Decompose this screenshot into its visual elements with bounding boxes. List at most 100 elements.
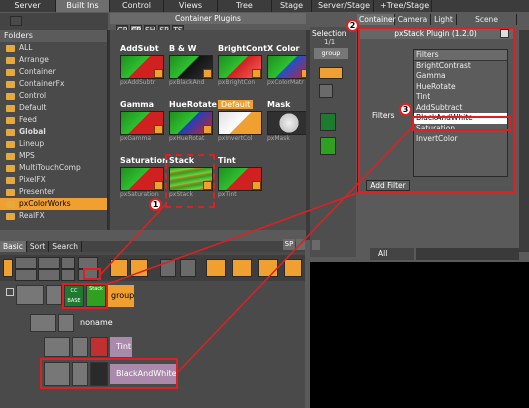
tab-views[interactable]: Views [164, 0, 218, 12]
folders-panel: Folders ALL Arrange Container ContainerF… [0, 30, 108, 230]
node-transform-icon[interactable] [46, 285, 62, 305]
zoom-in-icon[interactable] [110, 259, 128, 277]
node-container-icon[interactable] [44, 337, 70, 357]
plugin-tile-default[interactable]: Default pxInvertCol [216, 100, 264, 143]
tab-basic[interactable]: Basic [0, 241, 27, 252]
tree-node-group[interactable]: group [108, 285, 134, 307]
folder-item-selected[interactable]: pxColorWorks [0, 198, 107, 210]
toolbar-button[interactable] [160, 259, 176, 277]
folder-item[interactable]: Control [0, 90, 107, 102]
toolbar-icon[interactable] [10, 16, 22, 26]
container-icon[interactable] [319, 67, 343, 79]
dialog-highlight-box [358, 27, 515, 193]
folder-icon [6, 44, 15, 52]
plugin-tile-tint[interactable]: Tint pxTint [216, 156, 264, 199]
tab-camera[interactable]: Camera [395, 14, 431, 25]
expand-icon[interactable] [6, 288, 14, 296]
tab-stage[interactable]: Stage [272, 0, 312, 12]
add-container-icon[interactable] [3, 259, 13, 277]
folder-icon [6, 152, 15, 160]
tab-sort[interactable]: Sort [27, 241, 50, 252]
node-transform-icon[interactable] [58, 314, 74, 332]
tab-server[interactable]: Server [0, 0, 56, 12]
folder-item[interactable]: MultiTouchComp [0, 162, 107, 174]
folder-icon [6, 140, 15, 148]
node-highlight-box [62, 283, 108, 309]
toolbar-button[interactable] [232, 259, 252, 277]
zoom-out-icon[interactable] [130, 259, 148, 277]
folder-icon [6, 176, 15, 184]
plugin-tile-huerotate[interactable]: HueRotate pxHueRotat [167, 100, 217, 143]
folder-item[interactable]: RealFX [0, 210, 107, 222]
folder-item[interactable]: MPS [0, 150, 107, 162]
tab-search[interactable]: Search [49, 241, 83, 252]
plugin-badge-icon [203, 125, 212, 134]
plugin-tile-gamma[interactable]: Gamma pxGamma [118, 100, 166, 143]
toolbar-button[interactable] [38, 257, 60, 269]
stack-highlight-box [165, 154, 215, 208]
plugin-tile-brightcont[interactable]: BrightCont pxBrightCon [216, 44, 267, 87]
node-transform-icon[interactable] [72, 337, 88, 357]
folder-item[interactable]: ContainerFx [0, 78, 107, 90]
folder-icon [6, 80, 15, 88]
plugin-badge-icon [154, 69, 163, 78]
tab-light[interactable]: Light [431, 14, 457, 25]
plugin-badge-icon [154, 181, 163, 190]
transform-icon[interactable] [319, 84, 333, 98]
grid-icon[interactable] [206, 259, 226, 277]
cc-base-icon[interactable] [320, 113, 336, 131]
tab-tree[interactable]: Tree [218, 0, 272, 12]
toolbar-button[interactable] [258, 259, 278, 277]
folder-icon [6, 188, 15, 196]
folder-item[interactable]: Presenter [0, 186, 107, 198]
node-container-icon[interactable] [16, 285, 44, 305]
viewer-area[interactable] [310, 262, 529, 408]
toolbar-button[interactable] [38, 269, 60, 281]
folder-icon [6, 200, 15, 208]
filter-all-dropdown[interactable]: All [370, 248, 414, 260]
bw-node-highlight-box [40, 358, 178, 389]
tab-scene-settings[interactable]: Scene Settings [457, 14, 517, 35]
folder-item[interactable]: Feed [0, 114, 107, 126]
selection-item[interactable]: group [314, 48, 348, 59]
toolbar-button[interactable] [15, 269, 37, 281]
folder-item[interactable]: Arrange [0, 54, 107, 66]
toolbar-button[interactable] [180, 259, 196, 277]
folder-item[interactable]: Lineup [0, 138, 107, 150]
folder-item[interactable]: Container [0, 66, 107, 78]
folder-item[interactable]: ALL [0, 42, 107, 54]
folder-item[interactable]: Default [0, 102, 107, 114]
right-tab-bar: Container Camera Light Scene Settings [357, 14, 529, 35]
tab-built-ins[interactable]: Built Ins [56, 0, 110, 12]
panel-menu-icon[interactable] [296, 239, 305, 250]
bottom-tab-bar: Basic Sort Search [0, 241, 305, 252]
node-container-icon[interactable] [30, 314, 56, 332]
callout-3: 3 [399, 103, 412, 116]
folder-item[interactable]: PixelFX [0, 174, 107, 186]
add-icon[interactable] [61, 257, 75, 269]
viewer-icon[interactable] [312, 240, 320, 250]
toolbar-button[interactable] [284, 259, 302, 277]
remove-icon[interactable] [61, 269, 75, 281]
plugin-badge-icon [252, 181, 261, 190]
plugin-tile-bw[interactable]: B & W pxBlackAnd [167, 44, 215, 87]
plugin-badge-icon [203, 69, 212, 78]
folder-item[interactable]: Global [0, 126, 107, 138]
tint-plugin-icon[interactable] [90, 337, 108, 357]
tab-container[interactable]: Container [357, 14, 396, 25]
plugin-tile-saturation[interactable]: Saturation pxSaturation [118, 156, 168, 199]
right-scrollbar[interactable] [519, 30, 529, 252]
tree-node-tint[interactable]: Tint [110, 337, 132, 357]
tab-control[interactable]: Control [110, 0, 164, 12]
selection-label: Selection [312, 29, 347, 38]
selection-column: Selection 1/1 group [310, 27, 356, 257]
tab-tree-stage[interactable]: +Tree/Stage [374, 0, 432, 12]
tab-server-stage[interactable]: Server/Stage [312, 0, 374, 12]
sp-button[interactable]: SP [283, 239, 295, 250]
callout-2: 2 [346, 19, 359, 32]
plugin-category-header[interactable]: Container Plugins [110, 13, 306, 24]
toolbar-button[interactable] [15, 257, 37, 269]
stack-mini-icon[interactable] [320, 137, 336, 155]
plugin-tile-addsubt[interactable]: AddSubt pxAddSubtr [118, 44, 166, 87]
tree-node-noname[interactable]: noname [80, 318, 113, 327]
